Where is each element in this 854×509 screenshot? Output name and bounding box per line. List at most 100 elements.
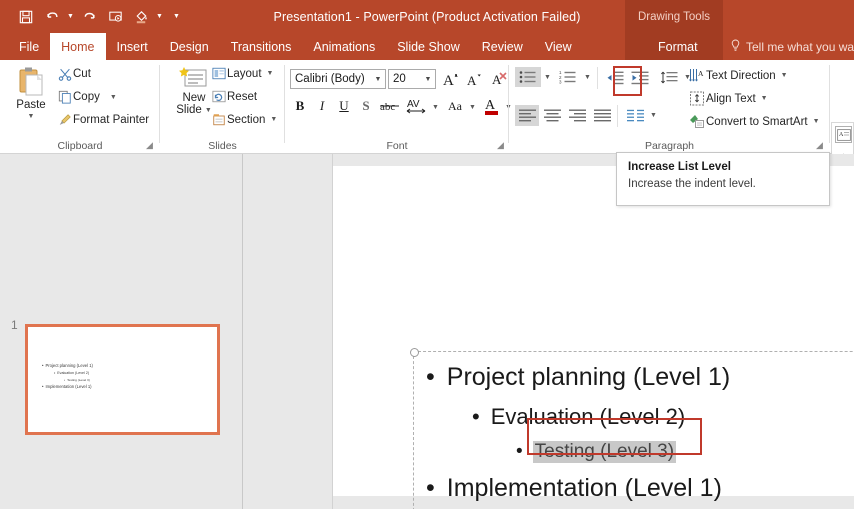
copy-caret-icon[interactable]: ▼	[110, 94, 117, 101]
change-case-button[interactable]: Aa	[443, 96, 467, 116]
thumb-line-4: • Implementation (Level 1)	[42, 384, 92, 389]
tab-home[interactable]: Home	[50, 33, 106, 60]
cut-button[interactable]: Cut	[56, 67, 91, 81]
tab-transitions[interactable]: Transitions	[220, 33, 303, 60]
bullet-line-level3-testing[interactable]: • Testing (Level 3)	[516, 441, 677, 463]
layout-button[interactable]: Layout ▼	[210, 67, 273, 80]
font-color-button[interactable]: A	[481, 94, 503, 118]
bullet-line-level2-evaluation[interactable]: • Evaluation (Level 2)	[472, 404, 685, 430]
align-text-caret-icon[interactable]: ▼	[761, 95, 768, 102]
thumb-line-2: • Evaluation (Level 2)	[54, 371, 89, 375]
format-painter-button[interactable]: Format Painter	[56, 113, 149, 127]
line-spacing-button[interactable]	[657, 67, 681, 88]
redo-icon[interactable]	[77, 4, 101, 30]
increase-font-size-button[interactable]: A	[440, 68, 462, 90]
group-divider	[829, 65, 830, 143]
bullet-line-level1-project-planning[interactable]: • Project planning (Level 1)	[426, 363, 730, 392]
slide-canvas[interactable]: • Project planning (Level 1) • Evaluatio…	[333, 166, 854, 509]
svg-text:A: A	[698, 69, 704, 78]
underline-button[interactable]: U	[334, 96, 354, 116]
textbox-shape-icon[interactable]: A	[835, 126, 852, 143]
tab-slide-show[interactable]: Slide Show	[386, 33, 471, 60]
italic-button[interactable]: I	[312, 96, 332, 116]
contextual-tools-text: Drawing Tools	[637, 10, 710, 23]
group-divider	[617, 105, 618, 127]
reset-button[interactable]: Reset	[210, 90, 257, 103]
tab-format[interactable]: Format	[647, 33, 709, 60]
character-spacing-button[interactable]: AV	[404, 96, 430, 116]
reset-label: Reset	[227, 90, 258, 103]
decrease-list-level-button[interactable]	[603, 67, 627, 88]
convert-to-smartart-button[interactable]: Convert to SmartArt ▼	[687, 114, 820, 129]
justify-button[interactable]	[590, 105, 614, 126]
fill-color-dropdown-caret-icon[interactable]: ▼	[155, 4, 164, 30]
numbering-caret-icon[interactable]: ▼	[584, 74, 591, 81]
paste-caret-icon[interactable]: ▼	[28, 113, 35, 120]
bullet-point-icon: •	[426, 474, 435, 502]
columns-caret-icon[interactable]: ▼	[650, 112, 657, 119]
ribbon-group-font: Calibri (Body) ▼ 20 ▼ A A A B I U S abc	[285, 60, 512, 154]
section-caret-icon[interactable]: ▼	[270, 116, 277, 123]
tab-animations-label: Animations	[313, 39, 376, 54]
font-size-caret-icon[interactable]: ▼	[421, 76, 435, 83]
content-placeholder[interactable]: • Project planning (Level 1) • Evaluatio…	[410, 348, 854, 509]
bullets-caret-icon[interactable]: ▼	[544, 74, 551, 81]
numbering-button[interactable]: 123	[555, 67, 581, 87]
workspace: 1 • Project planning (Level 1) • Evaluatio…	[0, 154, 854, 509]
clipboard-dialog-launcher[interactable]: ◢	[144, 140, 155, 151]
placeholder-resize-handle[interactable]	[410, 348, 419, 357]
convert-to-smartart-caret-icon[interactable]: ▼	[813, 118, 820, 125]
font-name-caret-icon[interactable]: ▼	[371, 76, 385, 83]
tab-insert[interactable]: Insert	[106, 33, 159, 60]
change-case-caret-icon[interactable]: ▼	[469, 104, 476, 111]
center-button[interactable]	[540, 105, 564, 126]
undo-icon[interactable]	[40, 4, 64, 30]
increase-list-level-tooltip: Increase List Level Increase the indent …	[616, 152, 830, 206]
new-slide-label-line1: New	[182, 92, 206, 104]
paste-button[interactable]: Paste ▼	[8, 66, 54, 120]
font-name-combobox[interactable]: Calibri (Body) ▼	[290, 69, 386, 89]
align-text-button[interactable]: Align Text ▼	[687, 91, 768, 106]
tab-view[interactable]: View	[534, 33, 583, 60]
paintbrush-icon	[56, 113, 73, 127]
bullet-line-level1-implementation[interactable]: • Implementation (Level 1)	[426, 474, 722, 503]
copy-button[interactable]: Copy ▼	[56, 90, 117, 104]
text-shadow-button[interactable]: S	[356, 96, 376, 116]
thumb-line-1: • Project planning (Level 1)	[42, 363, 93, 368]
ribbon-group-paragraph: ▼ 123 ▼ ▼ ▼ A Text Direction ▼ Align Tex…	[509, 60, 830, 154]
new-slide-icon	[179, 66, 209, 92]
tab-file[interactable]: File	[8, 33, 50, 60]
start-slideshow-icon[interactable]	[103, 4, 127, 30]
increase-list-level-button[interactable]	[628, 67, 652, 88]
undo-dropdown-caret-icon[interactable]: ▼	[66, 4, 75, 30]
bold-button[interactable]: B	[290, 96, 310, 116]
layout-caret-icon[interactable]: ▼	[267, 70, 274, 77]
paragraph-dialog-launcher[interactable]: ◢	[814, 140, 825, 151]
columns-button[interactable]	[623, 105, 647, 126]
tab-animations[interactable]: Animations	[302, 33, 386, 60]
align-left-button[interactable]	[515, 105, 539, 126]
bullets-button[interactable]	[515, 67, 541, 87]
tab-design[interactable]: Design	[159, 33, 220, 60]
tell-me-text: Tell me what you wa	[746, 39, 854, 54]
save-icon[interactable]	[14, 4, 38, 30]
strikethrough-button[interactable]: abc	[378, 96, 402, 116]
slide-thumbnail-1[interactable]: • Project planning (Level 1) • Evaluation …	[25, 324, 220, 435]
tab-design-label: Design	[169, 39, 209, 54]
decrease-font-size-button[interactable]: A	[463, 68, 485, 90]
tab-home-label: Home	[61, 39, 95, 54]
section-button[interactable]: Section ▼	[210, 113, 277, 126]
character-spacing-caret-icon[interactable]: ▼	[432, 104, 439, 111]
font-dialog-launcher[interactable]: ◢	[495, 140, 506, 151]
format-painter-label: Format Painter	[73, 114, 150, 126]
align-right-button[interactable]	[565, 105, 589, 126]
cut-label: Cut	[73, 68, 91, 80]
tell-me-search[interactable]: Tell me what you wa	[730, 33, 854, 60]
font-size-combobox[interactable]: 20 ▼	[388, 69, 436, 89]
customize-qat-icon[interactable]: ▼	[172, 4, 181, 30]
text-direction-button[interactable]: A Text Direction ▼	[687, 68, 788, 83]
tab-review[interactable]: Review	[471, 33, 534, 60]
text-direction-caret-icon[interactable]: ▼	[781, 72, 788, 79]
layout-icon	[210, 67, 227, 80]
fill-color-icon[interactable]	[129, 4, 153, 30]
